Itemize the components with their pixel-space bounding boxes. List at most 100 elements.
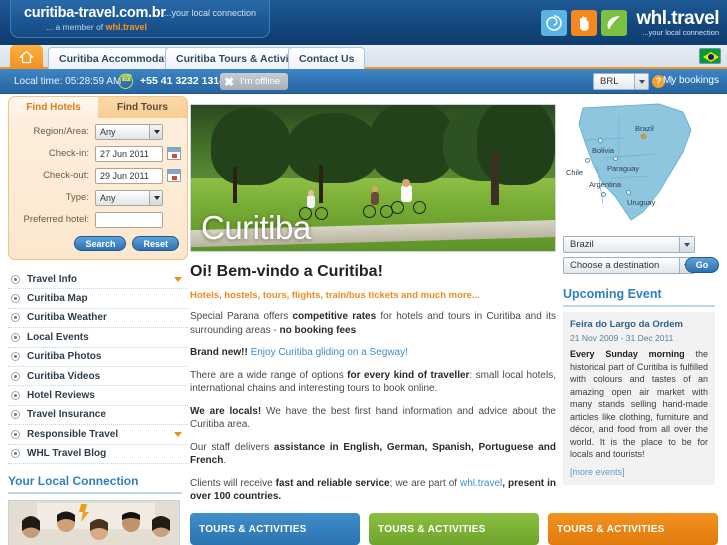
event-card[interactable]: Feira do Largo da Ordem 21 Nov 2009 - 31… <box>563 312 715 485</box>
sidebar-item-label: Responsible Travel <box>27 428 119 440</box>
text-emphasis: competitive rates <box>292 311 377 322</box>
member-line: ... a member of whl.travel <box>46 22 147 32</box>
type-value: Any <box>100 192 116 203</box>
left-column: Find Hotels Find Tours Region/Area: Any … <box>8 96 188 545</box>
country-select[interactable]: Brazil <box>563 236 695 253</box>
preferred-hotel-input[interactable] <box>95 211 163 228</box>
whl-travel-link[interactable]: whl.travel <box>460 478 502 489</box>
promo-tours-blue[interactable]: TOURS & ACTIVITIES <box>190 513 360 545</box>
text-emphasis: fast and reliable service <box>275 477 390 489</box>
region-select[interactable]: Any <box>95 123 163 140</box>
map-marker-chile[interactable] <box>585 158 590 163</box>
sidebar-item-curitiba-photos[interactable]: Curitiba Photos <box>8 348 188 367</box>
bullet-icon <box>11 371 20 381</box>
sidebar-menu: Travel Info Curitiba Map Curitiba Weathe… <box>8 270 188 464</box>
phone-number: +55 41 3232 1314 <box>140 75 225 87</box>
paragraph-languages: Our staff delivers assistance in English… <box>190 441 556 468</box>
tree-trunk <box>233 167 237 203</box>
sidebar-item-curitiba-map[interactable]: Curitiba Map <box>8 289 188 309</box>
spiral-icon <box>541 10 568 36</box>
text-emphasis: for every kind of traveller <box>347 369 470 381</box>
sidebar-item-local-events[interactable]: Local Events <box>8 328 188 348</box>
checkin-input[interactable]: 27 Jun 2011 <box>95 145 163 162</box>
search-actions: Search Reset <box>9 236 179 251</box>
event-name: Feira do Largo da Ordem <box>570 319 683 330</box>
chevron-down-icon <box>679 237 694 252</box>
field-label: Region/Area: <box>33 126 89 137</box>
main-navigation: Curitiba Accommodation Curitiba Tours & … <box>0 45 727 69</box>
paragraph-brand-new: Brand new!! Enjoy Curitiba gliding on a … <box>190 346 556 360</box>
sidebar-item-travel-info[interactable]: Travel Info <box>8 270 188 290</box>
bullet-icon <box>11 429 20 439</box>
tab-find-hotels[interactable]: Find Hotels <box>9 97 98 118</box>
sidebar-item-curitiba-weather[interactable]: Curitiba Weather <box>8 309 188 329</box>
reset-button[interactable]: Reset <box>132 236 179 251</box>
map-marker-argentina[interactable] <box>601 192 606 197</box>
segway-link[interactable]: Enjoy Curitiba gliding on a Segway! <box>251 347 408 358</box>
paragraph-rates: Special Parana offers competitive rates … <box>190 310 556 337</box>
brand-text: whl.travel ...your local connection <box>636 9 719 37</box>
bullet-icon <box>11 313 20 323</box>
sidebar-item-responsible-travel[interactable]: Responsible Travel <box>8 425 188 445</box>
upcoming-event-title: Upcoming Event <box>563 287 662 301</box>
tab-contact-us[interactable]: Contact Us <box>288 47 366 69</box>
team-photo[interactable] <box>8 499 180 545</box>
bullet-icon <box>11 352 20 362</box>
sidebar-item-travel-insurance[interactable]: Travel Insurance <box>8 406 188 426</box>
whl-brand-logo[interactable]: whl.travel ...your local connection <box>541 6 719 40</box>
chevron-down-icon[interactable] <box>174 277 182 282</box>
map-marker-paraguay[interactable] <box>613 156 618 161</box>
checkout-input[interactable]: 29 Jun 2011 <box>95 167 163 184</box>
tree-trunk <box>491 153 499 205</box>
event-dates: 21 Nov 2009 - 31 Dec 2011 <box>570 333 674 343</box>
search-button[interactable]: Search <box>74 236 127 251</box>
sidebar-item-label: Hotel Reviews <box>27 390 95 402</box>
sidebar-item-whl-travel-blog[interactable]: WHL Travel Blog <box>8 445 188 464</box>
sidebar-item-hotel-reviews[interactable]: Hotel Reviews <box>8 386 188 406</box>
more-events-link[interactable]: [more events] <box>570 467 708 477</box>
type-select[interactable]: Any <box>95 189 163 206</box>
bullet-icon <box>11 332 20 342</box>
field-label: Check-in: <box>48 148 89 159</box>
map-marker-brazil[interactable] <box>641 134 646 139</box>
destination-map[interactable]: Brazil Bolivia Paraguay Chile Argentina … <box>563 100 719 232</box>
map-marker-bolivia[interactable] <box>598 138 603 143</box>
promo-row: TOURS & ACTIVITIES TOURS & ACTIVITIES TO… <box>190 513 719 545</box>
hero-image[interactable]: Curitiba <box>190 104 556 252</box>
chat-status-button[interactable]: ✖ I'm offline <box>220 73 289 90</box>
local-time: Local time: 05:28:59 AM <box>14 76 122 87</box>
flag-globe <box>708 54 714 60</box>
text-emphasis: Every Sunday morning <box>570 349 685 359</box>
field-checkout: Check-out: 29 Jun 2011 <box>9 167 181 184</box>
promo-tours-green[interactable]: TOURS & ACTIVITIES <box>369 513 539 545</box>
my-bookings-link[interactable]: My bookings <box>663 75 719 86</box>
search-panel: Find Hotels Find Tours Region/Area: Any … <box>8 96 188 260</box>
home-tab[interactable] <box>10 45 43 69</box>
promo-tours-orange[interactable]: TOURS & ACTIVITIES <box>548 513 718 545</box>
text-fragment: Clients will receive <box>190 477 276 489</box>
text-emphasis: no booking fees <box>279 324 357 336</box>
destination-select[interactable]: Choose a destination <box>563 257 695 274</box>
currency-select[interactable]: BRL <box>593 73 649 90</box>
country-value: Brazil <box>570 239 594 250</box>
calendar-icon[interactable] <box>167 147 181 160</box>
field-region: Region/Area: Any <box>9 123 181 140</box>
hand-icon <box>571 10 598 36</box>
go-button[interactable]: Go <box>685 257 719 273</box>
bullet-icon <box>11 449 20 459</box>
tree-shape <box>477 105 555 185</box>
logo-plate[interactable]: curitiba-travel.com.br ...your local con… <box>10 0 270 38</box>
brand-tagline: ...your local connection <box>642 27 719 37</box>
text-fragment: . <box>223 455 227 466</box>
paragraph-options: There are a wide range of options for ev… <box>190 369 556 396</box>
chevron-down-icon[interactable] <box>174 432 182 438</box>
bullet-icon <box>11 391 20 401</box>
brazil-flag-icon[interactable] <box>699 48 721 64</box>
bullet-icon <box>11 274 20 284</box>
tab-find-tours[interactable]: Find Tours <box>98 97 187 118</box>
map-marker-uruguay[interactable] <box>626 190 631 195</box>
sidebar-item-curitiba-videos[interactable]: Curitiba Videos <box>8 367 188 387</box>
calendar-icon[interactable] <box>167 169 181 182</box>
leaf-icon <box>601 10 628 36</box>
text-emphasis: Brand new!! <box>190 347 248 358</box>
